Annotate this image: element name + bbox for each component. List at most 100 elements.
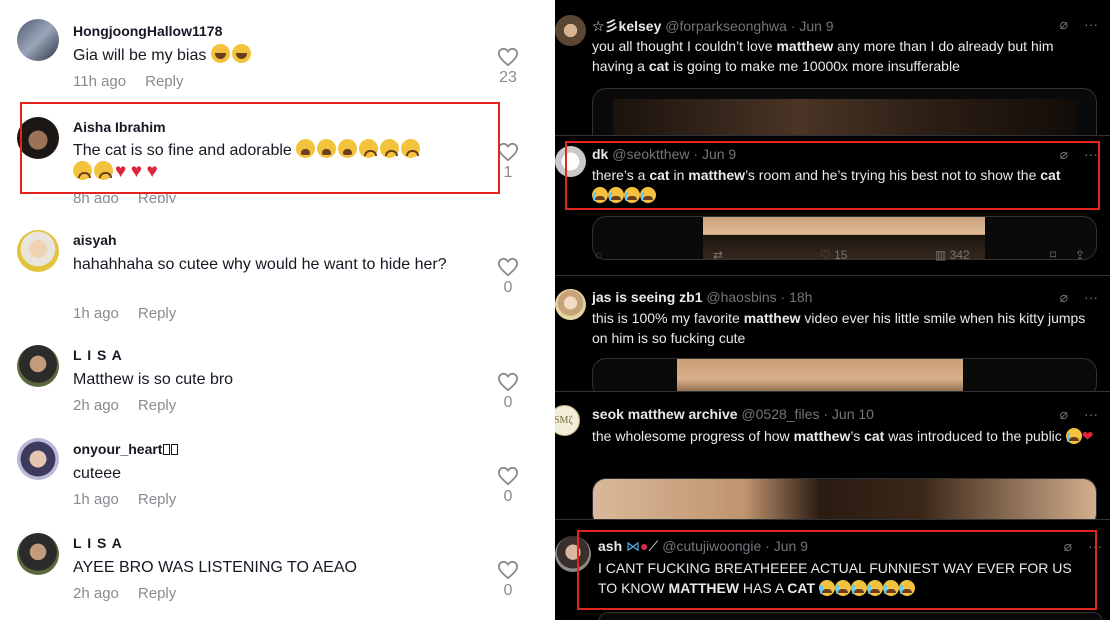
heart-icon xyxy=(497,560,519,580)
like-button[interactable]: 0 xyxy=(496,560,520,600)
display-name[interactable]: ash xyxy=(598,538,622,554)
reply-button[interactable]: Reply xyxy=(138,491,176,508)
avatar[interactable] xyxy=(555,536,591,572)
tweet-media[interactable] xyxy=(592,478,1097,519)
reply-button[interactable]: Reply xyxy=(138,190,176,203)
tweet[interactable]: SMζ seok matthew archive @0528_files · J… xyxy=(555,392,1110,520)
more-icon[interactable]: ··· xyxy=(1088,538,1102,554)
tweet-text: I CANT FUCKING BREATHEEEE ACTUAL FUNNIES… xyxy=(598,558,1093,598)
avatar[interactable] xyxy=(17,19,59,61)
reply-button[interactable]: Reply xyxy=(145,73,183,90)
reply-icon[interactable]: ◌ xyxy=(595,248,602,262)
tweet-date[interactable]: Jun 9 xyxy=(799,18,833,34)
reply-button[interactable]: Reply xyxy=(138,585,176,602)
avatar[interactable] xyxy=(17,345,59,387)
like-button[interactable]: 23 xyxy=(496,47,520,87)
unknown-glyph-icon xyxy=(171,444,179,455)
comment-text: hahahhaha so cutee why would he want to … xyxy=(73,256,447,273)
avatar[interactable] xyxy=(17,230,59,272)
avatar[interactable] xyxy=(555,146,586,177)
tweet[interactable]: dk @seokt‌thew · Jun 9 ⌀ ··· there’s a ca… xyxy=(555,136,1110,276)
grok-icon[interactable]: ⌀ xyxy=(1060,289,1068,305)
tweet-media[interactable] xyxy=(592,88,1097,135)
tweet-actions: ⌀ ··· xyxy=(1044,406,1098,423)
like-count: 1 xyxy=(503,164,513,181)
tweet-text-part: in xyxy=(669,167,689,183)
tweet-header: ash ⋈●⟋ @cutujiwoongie · Jun 9 xyxy=(598,538,808,555)
display-name[interactable]: seok matthew archive xyxy=(592,406,738,422)
handle[interactable]: @haosbins xyxy=(706,289,776,305)
avatar[interactable] xyxy=(555,289,586,320)
tweet-media[interactable] xyxy=(598,612,1103,620)
tweet-date[interactable]: Jun 9 xyxy=(702,146,736,162)
display-name[interactable]: jas is seeing zb1 xyxy=(592,289,703,305)
comment-username[interactable]: L I S A xyxy=(73,535,123,551)
grok-icon[interactable]: ⌀ xyxy=(1064,538,1072,554)
crying-face-emoji-icon xyxy=(608,187,624,203)
sad-face-emoji-icon xyxy=(73,161,92,180)
comment-meta: 8h ago Reply xyxy=(73,190,176,203)
comment-meta: 2h ago Reply xyxy=(73,585,176,602)
avatar[interactable] xyxy=(17,117,59,159)
tweet-date[interactable]: 18h xyxy=(789,289,812,305)
avatar[interactable]: SMζ xyxy=(555,405,580,436)
display-name[interactable]: dk xyxy=(592,146,608,162)
comment-time: 1h ago xyxy=(73,491,119,508)
like-button[interactable]: 0 xyxy=(496,257,520,297)
comment-username[interactable]: onyour_heart xyxy=(73,441,179,457)
tweet-text: there’s a cat in matthew’s room and he’s… xyxy=(592,165,1097,205)
weary-face-emoji-icon xyxy=(338,139,358,158)
feather-emoji-icon: ⟋ xyxy=(648,538,659,554)
comment-username[interactable]: L I S A xyxy=(73,347,123,363)
avatar[interactable] xyxy=(17,438,59,480)
grok-icon[interactable]: ⌀ xyxy=(1060,16,1068,32)
views-icon[interactable]: ▥ 342 xyxy=(935,248,970,262)
bookmark-icon[interactable]: ⌑ xyxy=(1050,248,1056,262)
more-icon[interactable]: ··· xyxy=(1084,406,1098,422)
like-button[interactable]: 0 xyxy=(496,466,520,506)
share-icon[interactable]: ⇪ xyxy=(1075,248,1085,262)
handle[interactable]: @forparkseonghwa xyxy=(665,18,787,34)
tweet-text-part: is going to make me 10000x more insuffer… xyxy=(669,58,960,74)
tweet-media[interactable] xyxy=(592,358,1097,391)
avatar[interactable] xyxy=(555,15,586,46)
tweet-date[interactable]: Jun 10 xyxy=(832,406,874,422)
comment-text: AYEE BRO WAS LISTENING TO AEAO xyxy=(73,559,357,576)
comment-username[interactable]: aisyah xyxy=(73,232,117,248)
highlight-keyword: cat xyxy=(648,58,670,74)
reply-button[interactable]: Reply xyxy=(138,397,176,414)
red-heart-emoji-icon: ♥ xyxy=(146,161,158,182)
comment-username[interactable]: Aisha Ibrahim xyxy=(73,119,166,135)
grok-icon[interactable]: ⌀ xyxy=(1060,146,1068,162)
tweet-text-part: was introduced to the public xyxy=(884,428,1062,444)
more-icon[interactable]: ··· xyxy=(1084,289,1098,305)
comment-time: 2h ago xyxy=(73,585,119,602)
like-count: 0 xyxy=(503,582,513,599)
tweet[interactable]: jas is seeing zb1 @haosbins · 18h ⌀ ··· t… xyxy=(555,276,1110,392)
display-name[interactable]: ☆彡kelsey xyxy=(592,18,661,34)
tweet-actions: ⌀ ··· xyxy=(1048,538,1102,555)
tweet-date[interactable]: Jun 9 xyxy=(774,538,808,554)
highlight-keyword: MATTHEW xyxy=(668,580,740,596)
comment-username[interactable]: HongjoongHallow1178 xyxy=(73,23,222,39)
more-icon[interactable]: ··· xyxy=(1084,16,1098,32)
more-icon[interactable]: ··· xyxy=(1084,146,1098,162)
avatar[interactable] xyxy=(17,533,59,575)
tweet-text-part: ’s xyxy=(850,428,865,444)
weary-face-emoji-icon xyxy=(317,139,337,158)
handle[interactable]: @cutujiwoongie xyxy=(662,538,761,554)
retweet-icon[interactable]: ⇄ xyxy=(713,248,723,262)
tweet[interactable]: ☆彡kelsey @forparkseonghwa · Jun 9 ⌀ ··· y… xyxy=(555,0,1110,136)
handle[interactable]: @seokt‌thew xyxy=(612,146,689,162)
comment-text: Matthew is so cute bro xyxy=(73,371,234,388)
grok-icon[interactable]: ⌀ xyxy=(1060,406,1068,422)
tweet[interactable]: ash ⋈●⟋ @cutujiwoongie · Jun 9 ⌀ ··· I CA… xyxy=(555,520,1110,620)
heart-bandage-emoji-icon: ❤ xyxy=(1081,428,1094,444)
reply-button[interactable]: Reply xyxy=(138,305,176,322)
like-count: 23 xyxy=(499,69,517,86)
like-button[interactable]: 0 xyxy=(496,372,520,412)
like-button[interactable]: 1 xyxy=(496,142,520,182)
handle[interactable]: @0528_files xyxy=(741,406,819,422)
like-icon[interactable]: ♡ 15 xyxy=(820,248,847,262)
tweet-header: jas is seeing zb1 @haosbins · 18h xyxy=(592,289,812,305)
